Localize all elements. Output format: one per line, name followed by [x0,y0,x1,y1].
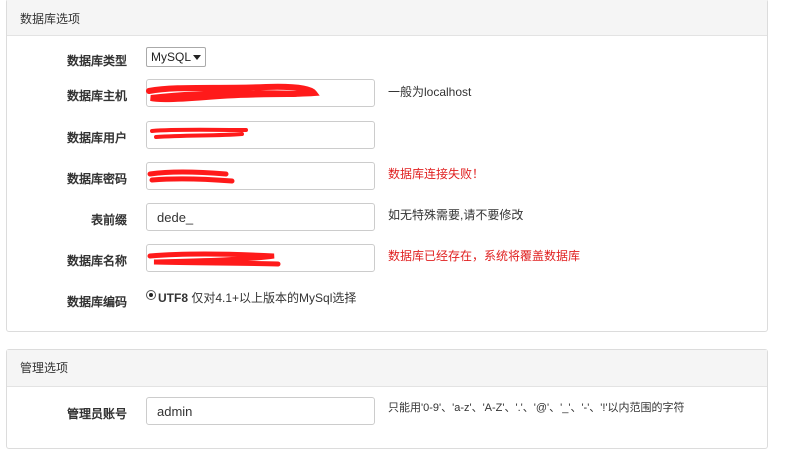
db-password-input[interactable] [146,162,375,190]
db-user-input[interactable] [146,121,375,149]
table-prefix-hint: 如无特殊需要,请不要修改 [388,208,524,222]
db-password-label: 数据库密码 [66,172,127,186]
admin-account-hint: 只能用'0-9'、'a-z'、'A-Z'、'.'、'@'、'_'、'-'、'!'… [388,402,685,414]
utf8-radio[interactable] [146,290,156,300]
table-prefix-input[interactable] [146,203,375,231]
db-host-hint: 一般为localhost [388,85,472,99]
utf8-option-name: UTF8 [158,291,188,305]
table-prefix-label: 表前缀 [90,213,127,227]
admin-account-input[interactable] [146,397,375,425]
admin-options-panel: 管理选项 管理员账号 只能用'0-9'、'a-z'、'A-Z'、'.'、'@'、… [6,349,768,449]
chevron-down-icon [193,55,201,60]
db-type-label: 数据库类型 [66,54,127,68]
admin-account-label: 管理员账号 [66,407,127,421]
db-type-select[interactable]: MySQL [146,47,206,67]
database-options-panel: 数据库选项 数据库类型 MySQL 数据库主机 一般为localhost 数据库… [6,0,768,332]
db-host-input[interactable] [146,79,375,107]
db-name-label: 数据库名称 [66,254,127,268]
db-host-label: 数据库主机 [66,89,127,103]
panel-title: 数据库选项 [7,0,767,36]
db-charset-label: 数据库编码 [66,295,127,309]
utf8-radio-label: UTF8 仅对4.1+以上版本的MySql选择 [158,289,356,306]
utf8-option-note: 仅对4.1+以上版本的MySql选择 [188,291,357,305]
db-type-selected: MySQL [151,50,192,64]
db-user-label: 数据库用户 [66,131,127,145]
db-password-error: 数据库连接失败！ [388,167,485,181]
db-name-input[interactable] [146,244,375,272]
db-name-error: 数据库已经存在，系统将覆盖数据库 [388,249,581,263]
panel-title: 管理选项 [7,350,767,387]
